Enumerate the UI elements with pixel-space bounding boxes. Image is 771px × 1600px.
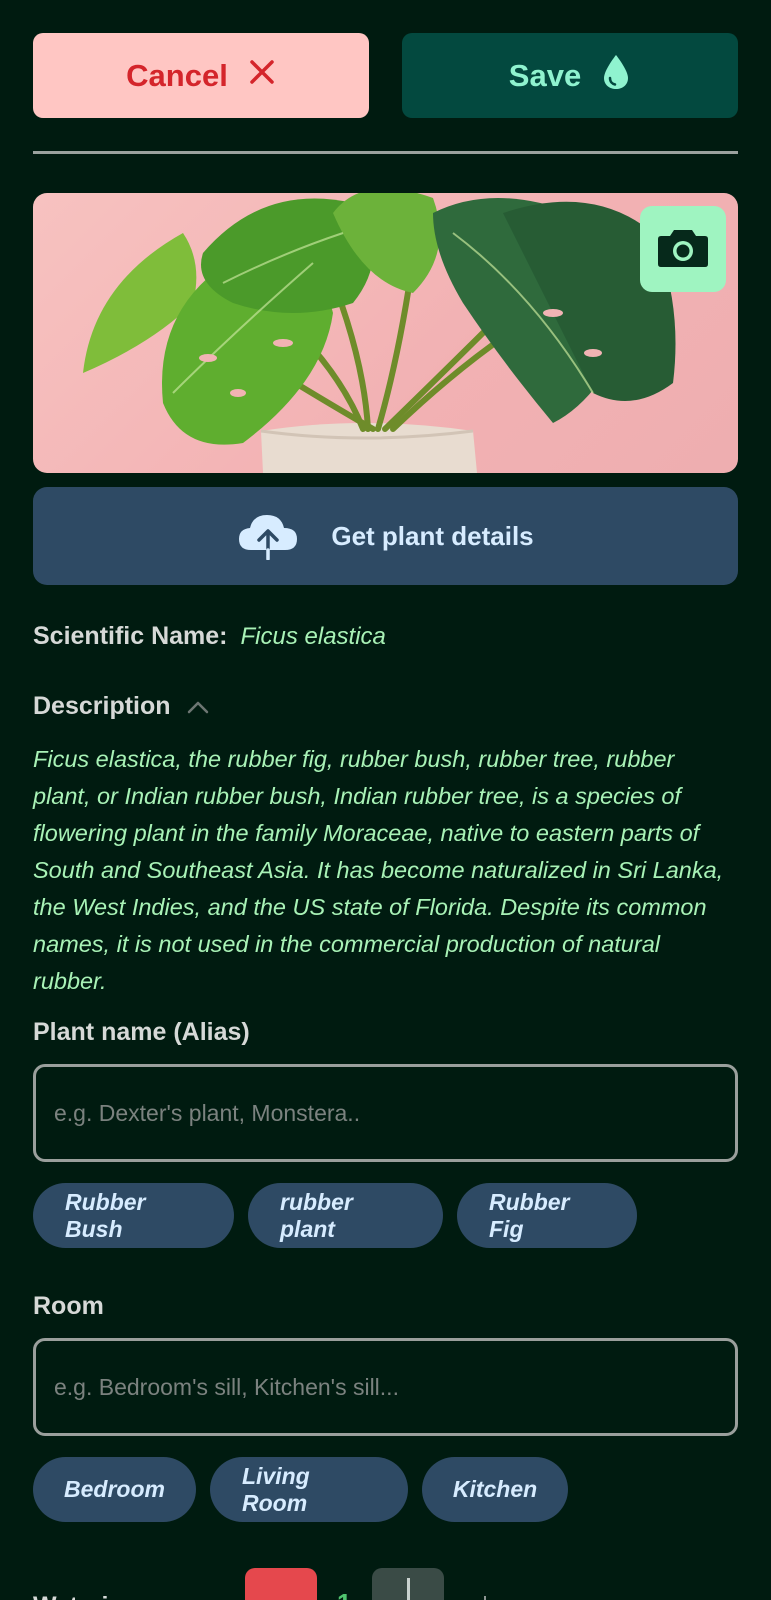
plus-icon <box>406 1578 410 1600</box>
watering-row: Watering 1 <box>33 1568 738 1600</box>
cancel-button[interactable]: Cancel <box>33 33 369 118</box>
get-plant-details-button[interactable]: Get plant details <box>33 487 738 585</box>
top-action-bar: Cancel Save <box>33 33 738 118</box>
description-heading: Description <box>33 692 171 720</box>
room-suggestions: Bedroom Living Room Kitchen <box>33 1457 582 1522</box>
scientific-name-label: Scientific Name: <box>33 622 228 650</box>
change-photo-button[interactable] <box>640 206 726 292</box>
header-divider <box>33 151 738 154</box>
close-icon <box>248 58 276 94</box>
chevron-up-icon[interactable] <box>187 700 209 714</box>
room-chip[interactable]: Kitchen <box>422 1457 568 1522</box>
alias-chip[interactable]: Rubber Fig <box>457 1183 637 1248</box>
description-text: Ficus elastica, the rubber fig, rubber b… <box>33 746 724 994</box>
alias-chip[interactable]: Rubber Bush <box>33 1183 234 1248</box>
plant-illustration <box>83 193 676 473</box>
cancel-button-label: Cancel <box>126 57 228 93</box>
plant-photo <box>33 193 738 473</box>
save-button-label: Save <box>508 57 582 93</box>
get-plant-details-label: Get plant details <box>331 520 534 551</box>
save-button[interactable]: Save <box>402 33 738 118</box>
room-chip[interactable]: Bedroom <box>33 1457 196 1522</box>
cloud-upload-icon <box>237 512 299 560</box>
scientific-name-value: Ficus elastica <box>240 623 386 650</box>
watering-count: 1 <box>337 1588 351 1600</box>
add-plant-screen: Cancel Save Get plant details Scientific… <box>0 0 771 1600</box>
alias-suggestions: Rubber Bush rubber plant Rubber Fig <box>33 1183 651 1248</box>
water-drop-icon <box>601 53 631 99</box>
camera-icon <box>657 226 709 273</box>
description-header[interactable]: Description <box>33 692 209 721</box>
alias-input[interactable] <box>33 1064 738 1162</box>
room-label: Room <box>33 1292 104 1320</box>
alias-label: Plant name (Alias) <box>33 1018 250 1046</box>
increment-button[interactable] <box>372 1568 444 1600</box>
room-input[interactable] <box>33 1338 738 1436</box>
watering-label: Watering <box>33 1592 139 1600</box>
unit-indicator <box>484 1596 486 1600</box>
room-chip[interactable]: Living Room <box>210 1457 408 1522</box>
decrement-button[interactable] <box>245 1568 317 1600</box>
scientific-name-row: Scientific Name: Ficus elastica <box>33 622 386 651</box>
alias-chip[interactable]: rubber plant <box>248 1183 443 1248</box>
